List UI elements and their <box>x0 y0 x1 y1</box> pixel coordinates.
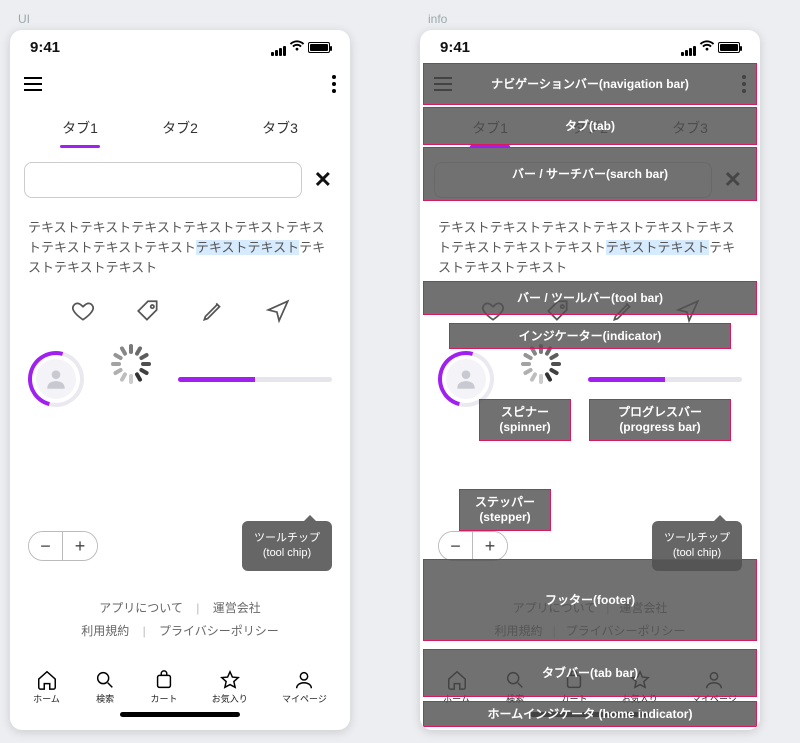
tabbar-search[interactable]: 検索 <box>94 669 116 705</box>
signal-icon <box>270 39 286 56</box>
footer-about[interactable]: アプリについて <box>99 601 183 615</box>
column-label-info: info <box>428 12 760 26</box>
phone-ui: 9:41 タブ1 タブ2 タブ3 ✕ <box>10 30 350 730</box>
status-time: 9:41 <box>30 39 60 56</box>
status-bar: 9:41 <box>10 30 350 64</box>
indicator-row <box>10 337 350 421</box>
heart-icon[interactable] <box>70 298 96 327</box>
navigation-bar <box>10 64 350 104</box>
footer-privacy[interactable]: プライバシーポリシー <box>159 624 279 638</box>
search-bar: ✕ <box>10 148 350 208</box>
battery-icon <box>308 42 330 53</box>
search-input[interactable] <box>24 162 302 198</box>
home-icon <box>36 669 58 691</box>
tabs: タブ1 タブ2 タブ3 <box>10 104 350 148</box>
spinner <box>110 358 152 400</box>
column-label-ui: UI <box>18 12 350 26</box>
search-icon <box>94 669 116 691</box>
tab-3[interactable]: タブ3 <box>230 110 330 148</box>
stepper-minus[interactable]: − <box>29 532 63 560</box>
phone-info: 9:41 タブ1 タブ2 タブ3 ✕ テキストテキストテキストテキストテキストテ… <box>420 30 760 730</box>
tab-1[interactable]: タブ1 <box>30 110 130 148</box>
tab-2[interactable]: タブ2 <box>130 110 230 148</box>
tooltip: ツールチップ(tool chip) <box>242 521 332 571</box>
avatar-progress <box>28 351 84 407</box>
menu-icon[interactable] <box>24 77 42 91</box>
footer-terms[interactable]: 利用規約 <box>81 624 129 638</box>
body-text: テキストテキストテキストテキストテキストテキストテキストテキストテキストテキスト… <box>10 208 350 288</box>
tag-icon[interactable] <box>135 298 161 327</box>
clear-icon[interactable]: ✕ <box>310 167 336 193</box>
footer-company[interactable]: 運営会社 <box>213 601 261 615</box>
tabbar-cart[interactable]: カート <box>150 669 177 705</box>
tool-bar <box>10 288 350 337</box>
pencil-icon[interactable] <box>200 298 226 327</box>
stepper: − + <box>28 531 98 561</box>
star-icon <box>219 669 241 691</box>
tab-bar: ホーム 検索 カート お気入り マイページ <box>10 661 350 709</box>
overflow-icon[interactable] <box>332 75 336 93</box>
home-indicator[interactable] <box>10 709 350 723</box>
footer: アプリについて | 運営会社 利用規約 | プライバシーポリシー <box>10 583 350 661</box>
send-icon[interactable] <box>265 298 291 327</box>
stepper-plus[interactable]: + <box>63 532 97 560</box>
cart-icon <box>153 669 175 691</box>
tabbar-home[interactable]: ホーム <box>33 669 60 705</box>
tabbar-fav[interactable]: お気入り <box>212 669 248 705</box>
tabbar-mypage[interactable]: マイページ <box>282 669 327 705</box>
wifi-icon <box>289 40 305 55</box>
user-icon <box>293 669 315 691</box>
progress-bar <box>178 377 332 382</box>
